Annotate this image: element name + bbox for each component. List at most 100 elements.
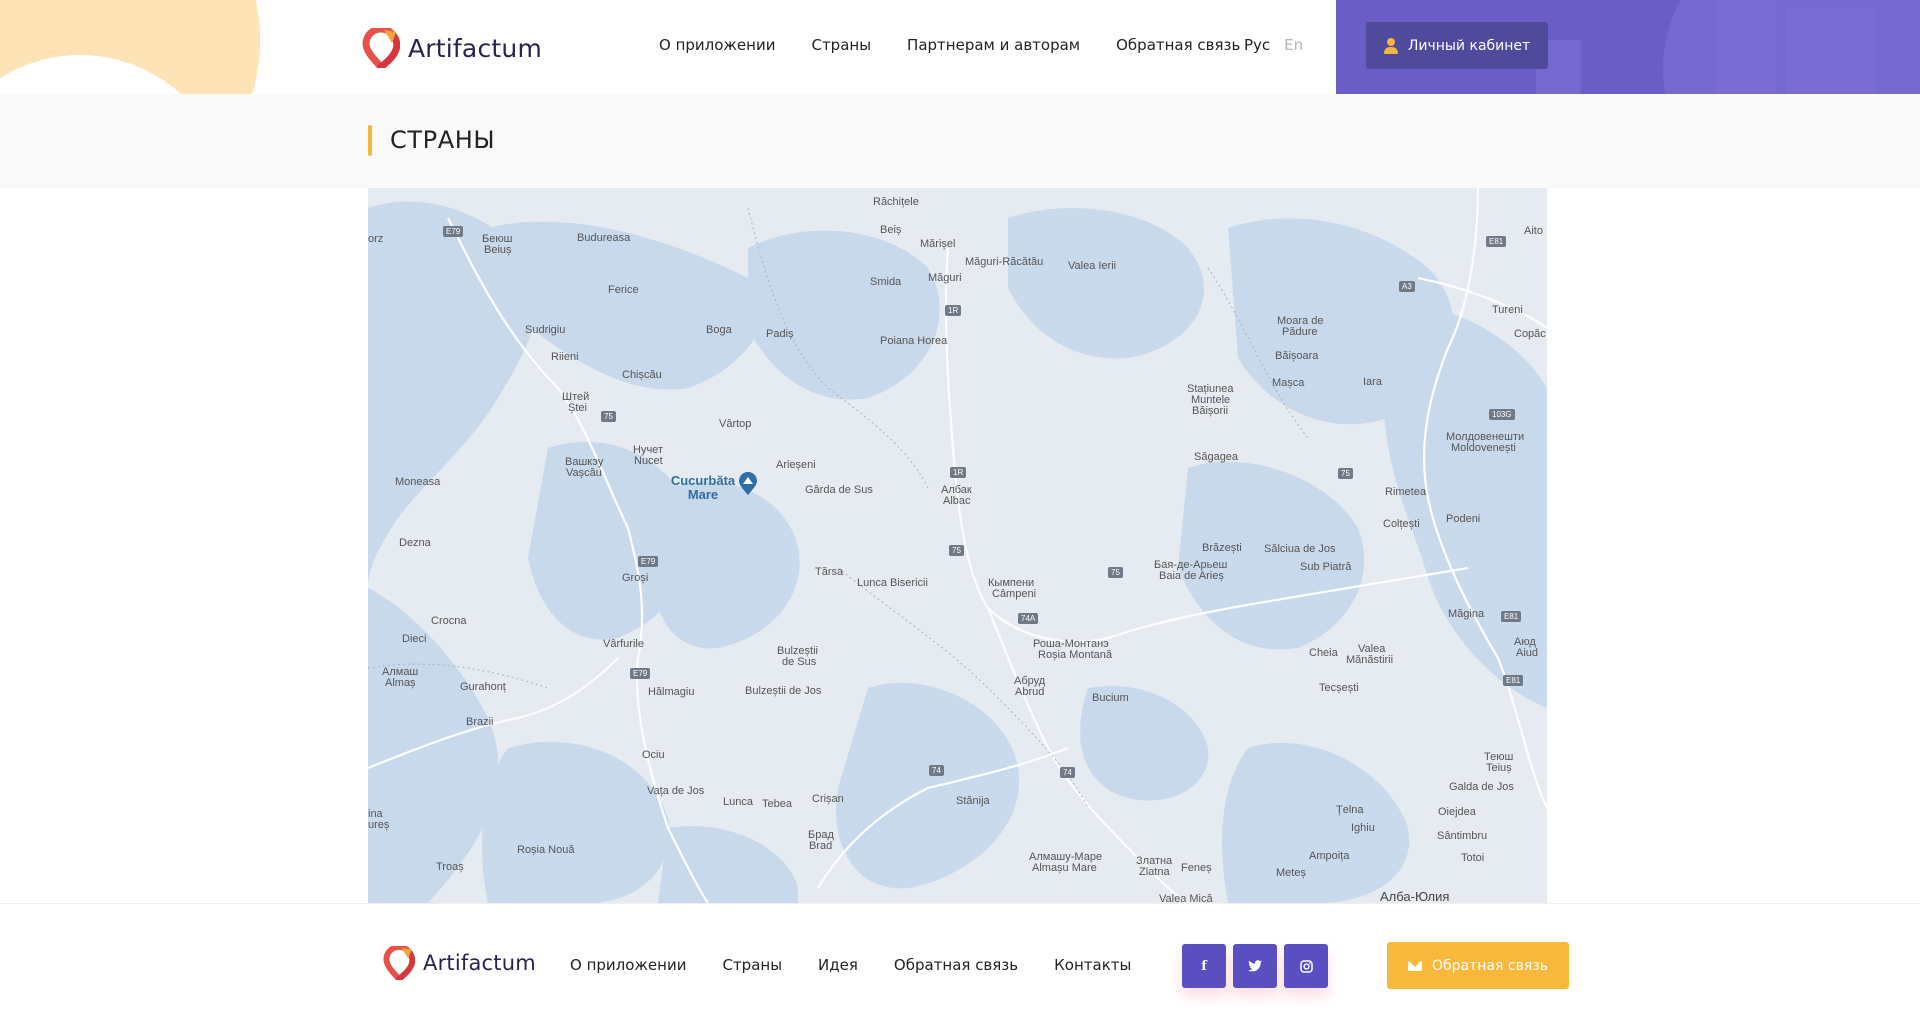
title-accent-bar [368, 125, 372, 156]
map-place-label: Crișan [812, 793, 844, 805]
map-place-label: Dezna [399, 537, 431, 549]
map-place-label: Tecșești [1319, 682, 1359, 694]
map-place-label: Albac [943, 495, 971, 507]
map-place-label: Oiejdea [1438, 806, 1476, 818]
map-place-label: Pădure [1282, 326, 1318, 338]
decorative-building [1716, 0, 1776, 94]
login-button[interactable]: Личный кабинет [1366, 22, 1548, 69]
map-place-label: Iara [1363, 376, 1382, 388]
map-place-label: Lunca [723, 796, 753, 808]
map-city-label: Алба-Юлия [1380, 889, 1450, 903]
road-shield: 74 [929, 765, 944, 776]
map-place-label: Budureasa [577, 232, 631, 244]
nav-item-countries[interactable]: Страны [811, 36, 871, 54]
map-place-label: Ștei [568, 402, 587, 414]
map-place-label: Tebea [762, 798, 792, 810]
map-place-label: Vașcău [566, 467, 602, 479]
map-place-label: Sudrigiu [525, 324, 566, 336]
map-place-label: Tureni [1492, 304, 1523, 316]
map-place-label: ureș [368, 819, 390, 831]
footer-nav-idea[interactable]: Идея [818, 956, 858, 974]
road-shield: 1R [945, 305, 962, 316]
map-place-label: Roșia Nouă [517, 844, 575, 856]
map-place-label: Gârda de Sus [805, 484, 873, 496]
map-place-label: Almaș [385, 677, 416, 689]
map-canvas[interactable]: Cucurbăta Mare Алба-Юлия Răchițele Beiș Mă… [368, 188, 1547, 903]
main-nav: О приложении Страны Партнерам и авторам … [659, 36, 1240, 54]
road-shield: 74A [1018, 613, 1039, 624]
map-place-label: Mănăstirii [1346, 654, 1394, 666]
map-place-label: Mărișel [920, 238, 956, 250]
road-shield: 75 [1108, 567, 1123, 578]
road-shield: 103G [1489, 409, 1515, 420]
map-place-label: Lunca Bisericii [857, 577, 928, 589]
lang-ru[interactable]: Рус [1244, 36, 1270, 54]
footer-nav-countries[interactable]: Страны [722, 956, 782, 974]
footer-nav-about[interactable]: О приложении [570, 956, 686, 974]
map-place-label: Ociu [642, 749, 665, 761]
nav-item-partners[interactable]: Партнерам и авторам [907, 36, 1080, 54]
footer-nav-feedback[interactable]: Обратная связь [894, 956, 1018, 974]
facebook-button[interactable]: f [1182, 944, 1226, 988]
poi-label-line1: Cucurbăta [670, 473, 736, 488]
instagram-button[interactable] [1284, 944, 1328, 988]
map-place-label: Teiuș [1486, 762, 1512, 774]
nav-item-feedback[interactable]: Обратная связь [1116, 36, 1240, 54]
lang-en[interactable]: En [1284, 36, 1303, 54]
map-place-label: Măguri-Răcătău [965, 256, 1044, 268]
page-title-band: СТРАНЫ [0, 94, 1920, 188]
map-place-label: Baia de Arieș [1159, 570, 1224, 582]
footer-brand-name: Artifactum [423, 951, 536, 975]
map-place-label: Măgina [1448, 608, 1485, 620]
map-place-label: Meteș [1276, 867, 1306, 879]
road-shield: A3 [1399, 281, 1415, 292]
brand-name: Artifactum [408, 33, 542, 63]
road-shield: E81 [1503, 675, 1524, 686]
map-place-label: Sub Piatră [1300, 561, 1352, 573]
decorative-building [1786, 8, 1876, 94]
nav-item-about[interactable]: О приложении [659, 36, 775, 54]
map-place-label: Rimetea [1385, 486, 1426, 498]
poi-label: Cucurbăta Mare [668, 474, 738, 502]
road-shield: E79 [630, 668, 651, 679]
map-place-label: Brad [809, 840, 833, 852]
map-place-label: Colțești [1383, 518, 1420, 530]
map-place-label: Câmpeni [992, 588, 1037, 600]
map-place-label: Săgagea [1194, 451, 1239, 463]
map-place-label: Ampoița [1309, 850, 1350, 862]
map-place-label: Feneș [1181, 862, 1212, 874]
map-place-label: Valea Mică [1159, 893, 1213, 903]
map-place-label: Ighiu [1351, 822, 1375, 834]
map-place-label: Chișcău [622, 369, 662, 381]
feedback-button[interactable]: Обратная связь [1387, 942, 1569, 989]
instagram-icon [1299, 959, 1313, 973]
logo-pin-icon [383, 946, 415, 980]
map-place-label: Băișorii [1192, 405, 1229, 417]
poi-mountain-icon[interactable] [738, 472, 758, 496]
header-logo[interactable]: Artifactum [362, 28, 542, 68]
map-place-label: Crocna [431, 615, 467, 627]
footer-nav-contacts[interactable]: Контакты [1054, 956, 1131, 974]
map-place-label: Copăc [1514, 328, 1546, 340]
map-place-label: Băișoara [1275, 350, 1319, 362]
map-place-label: Smida [870, 276, 902, 288]
map-place-label: Stănija [956, 795, 990, 807]
language-switcher: Рус En [1244, 36, 1303, 54]
road-shield: 75 [949, 545, 964, 556]
map-place-label: Beiș [880, 224, 902, 236]
map-place-label: Cheia [1309, 647, 1338, 659]
map-place-label: Brăzești [1202, 542, 1242, 554]
footer-nav: О приложении Страны Идея Обратная связь … [570, 956, 1131, 974]
road-shield: 75 [1338, 468, 1353, 479]
twitter-button[interactable] [1233, 944, 1277, 988]
road-shield: E81 [1501, 611, 1522, 622]
map-place-label: Abrud [1015, 686, 1045, 698]
map-place-label: Riieni [551, 351, 579, 363]
footer-logo[interactable]: Artifactum [383, 946, 536, 980]
map-place-label: Aito [1524, 225, 1543, 237]
map-place-label: Boga [706, 324, 732, 336]
map-place-label: Padiș [766, 328, 794, 340]
envelope-icon [1408, 960, 1423, 971]
map-place-label: Bucium [1092, 692, 1129, 704]
map-place-label: orz [368, 233, 384, 245]
